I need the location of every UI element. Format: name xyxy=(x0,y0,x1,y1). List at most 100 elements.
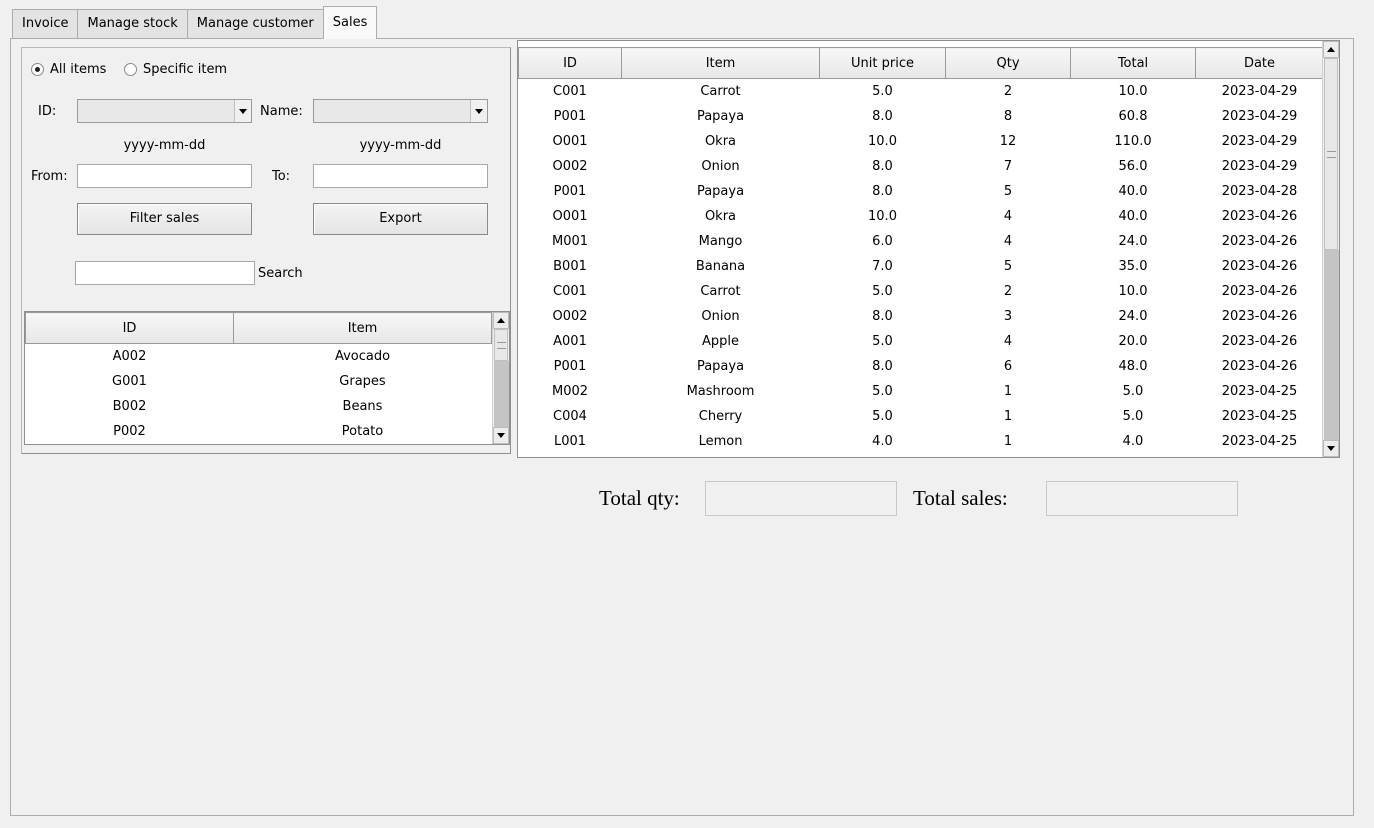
table-row[interactable]: B002 Beans xyxy=(26,394,492,419)
sales-table[interactable]: ID Item Unit price Qty Total Date C001 Ca… xyxy=(517,40,1340,458)
cell-qty: 1 xyxy=(1003,408,1013,424)
table-row[interactable]: G001 Grapes xyxy=(26,369,492,394)
sales-table-header: ID Item Unit price Qty Total Date xyxy=(518,47,1324,79)
cell-item: Potato xyxy=(341,423,384,439)
tab-bar: Invoice Manage stock Manage customer Sal… xyxy=(12,6,378,39)
table-row[interactable]: A002 Avocado xyxy=(26,344,492,369)
cell-id: C004 xyxy=(553,408,587,424)
column-header-id[interactable]: ID xyxy=(25,312,234,344)
cell-id: P001 xyxy=(553,108,587,124)
radio-specific-item-label: Specific item xyxy=(143,62,228,77)
cell-total: 5.0 xyxy=(1122,408,1144,424)
table-row[interactable]: O001 Okra 10.0 4 40.0 2023-04-26 xyxy=(519,204,1324,229)
cell-unit-price: 5.0 xyxy=(872,83,893,99)
table-row[interactable]: A001 Apple 5.0 4 20.0 2023-04-26 xyxy=(519,329,1324,354)
cell-unit-price: 8.0 xyxy=(872,108,893,124)
search-input[interactable] xyxy=(75,261,255,285)
cell-date: 2023-04-25 xyxy=(1221,383,1298,399)
cell-date: 2023-04-26 xyxy=(1221,358,1298,374)
tab-manage-customer[interactable]: Manage customer xyxy=(186,9,324,39)
cell-date: 2023-04-29 xyxy=(1221,133,1298,149)
sales-table-scrollbar[interactable] xyxy=(1322,41,1339,457)
radio-all-items[interactable]: All items xyxy=(31,62,106,77)
radio-all-items-indicator[interactable] xyxy=(31,63,44,76)
tab-invoice[interactable]: Invoice xyxy=(12,9,79,39)
table-row[interactable]: C001 Carrot 5.0 2 10.0 2023-04-29 xyxy=(519,79,1324,104)
cell-total: 56.0 xyxy=(1118,158,1148,174)
total-sales-field[interactable] xyxy=(1046,481,1238,516)
column-header-qty[interactable]: Qty xyxy=(945,47,1071,79)
cell-total: 60.8 xyxy=(1118,108,1148,124)
tab-manage-stock[interactable]: Manage stock xyxy=(77,9,188,39)
cell-unit-price: 8.0 xyxy=(872,158,893,174)
table-row[interactable]: L001 Lemon 4.0 1 4.0 2023-04-25 xyxy=(519,429,1324,454)
cell-total: 10.0 xyxy=(1118,83,1148,99)
cell-date: 2023-04-29 xyxy=(1221,158,1298,174)
cell-total: 48.0 xyxy=(1118,358,1148,374)
cell-qty: 1 xyxy=(1003,383,1013,399)
radio-specific-item-indicator[interactable] xyxy=(124,63,137,76)
to-date-input[interactable] xyxy=(313,164,488,188)
scrollbar-track[interactable] xyxy=(1324,250,1339,440)
id-combobox[interactable] xyxy=(77,99,252,123)
cell-item: Mashroom xyxy=(686,383,755,399)
column-header-total[interactable]: Total xyxy=(1070,47,1196,79)
table-row[interactable]: P001 Papaya 8.0 5 40.0 2023-04-28 xyxy=(519,179,1324,204)
table-row[interactable]: O002 Onion 8.0 7 56.0 2023-04-29 xyxy=(519,154,1324,179)
cell-qty: 4 xyxy=(1003,208,1013,224)
items-table-header: ID Item xyxy=(25,312,492,344)
scrollbar-track[interactable] xyxy=(494,361,509,427)
total-sales-label: Total sales: xyxy=(913,486,1008,510)
filter-sales-button[interactable]: Filter sales xyxy=(77,203,252,235)
column-header-item[interactable]: Item xyxy=(621,47,820,79)
tab-sales[interactable]: Sales xyxy=(322,6,378,39)
scroll-down-arrow-icon[interactable] xyxy=(1323,440,1339,457)
items-table[interactable]: ID Item A002 Avocado G001 Grapes B002 Beans… xyxy=(24,311,510,445)
from-date-input[interactable] xyxy=(77,164,252,188)
cell-total: 40.0 xyxy=(1118,183,1148,199)
column-header-unit-price[interactable]: Unit price xyxy=(819,47,946,79)
column-header-date[interactable]: Date xyxy=(1195,47,1324,79)
to-date-hint: yyyy-mm-dd xyxy=(359,138,442,153)
cell-unit-price: 8.0 xyxy=(872,308,893,324)
items-table-scrollbar[interactable] xyxy=(492,312,509,444)
cell-item: Okra xyxy=(704,208,737,224)
name-combobox[interactable] xyxy=(313,99,488,123)
cell-qty: 7 xyxy=(1003,158,1013,174)
radio-specific-item[interactable]: Specific item xyxy=(124,62,227,77)
chevron-down-icon[interactable] xyxy=(470,100,487,122)
column-header-item[interactable]: Item xyxy=(233,312,492,344)
scroll-up-arrow-icon[interactable] xyxy=(493,312,509,329)
scrollbar-thumb[interactable] xyxy=(494,329,508,361)
cell-date: 2023-04-26 xyxy=(1221,233,1298,249)
cell-qty: 1 xyxy=(1003,433,1013,449)
sales-window: Invoice Manage stock Manage customer Sal… xyxy=(0,0,1374,828)
cell-item: Mango xyxy=(698,233,743,249)
table-row[interactable]: P001 Papaya 8.0 6 48.0 2023-04-26 xyxy=(519,354,1324,379)
table-row[interactable]: P002 Potato xyxy=(26,419,492,444)
table-row[interactable]: P001 Papaya 8.0 8 60.8 2023-04-29 xyxy=(519,104,1324,129)
table-row[interactable]: C004 Cherry 5.0 1 5.0 2023-04-25 xyxy=(519,404,1324,429)
scroll-up-arrow-icon[interactable] xyxy=(1323,41,1339,58)
cell-date: 2023-04-26 xyxy=(1221,208,1298,224)
chevron-down-icon[interactable] xyxy=(234,100,251,122)
table-row[interactable]: M002 Mashroom 5.0 1 5.0 2023-04-25 xyxy=(519,379,1324,404)
table-row[interactable]: M001 Mango 6.0 4 24.0 2023-04-26 xyxy=(519,229,1324,254)
cell-qty: 2 xyxy=(1003,83,1013,99)
cell-item: Papaya xyxy=(696,183,745,199)
export-button[interactable]: Export xyxy=(313,203,488,235)
table-row[interactable]: B001 Banana 7.0 5 35.0 2023-04-26 xyxy=(519,254,1324,279)
cell-qty: 12 xyxy=(999,133,1017,149)
scroll-down-arrow-icon[interactable] xyxy=(493,427,509,444)
cell-id: B001 xyxy=(553,258,587,274)
table-row[interactable]: O001 Okra 10.0 12 110.0 2023-04-29 xyxy=(519,129,1324,154)
column-header-id[interactable]: ID xyxy=(518,47,622,79)
cell-total: 24.0 xyxy=(1118,233,1148,249)
cell-item: Carrot xyxy=(700,83,741,99)
table-row[interactable]: C001 Carrot 5.0 2 10.0 2023-04-26 xyxy=(519,279,1324,304)
table-row[interactable]: O002 Onion 8.0 3 24.0 2023-04-26 xyxy=(519,304,1324,329)
cell-qty: 6 xyxy=(1003,358,1013,374)
total-qty-field[interactable] xyxy=(705,481,897,516)
scrollbar-thumb[interactable] xyxy=(1324,58,1338,250)
cell-total: 40.0 xyxy=(1118,208,1148,224)
